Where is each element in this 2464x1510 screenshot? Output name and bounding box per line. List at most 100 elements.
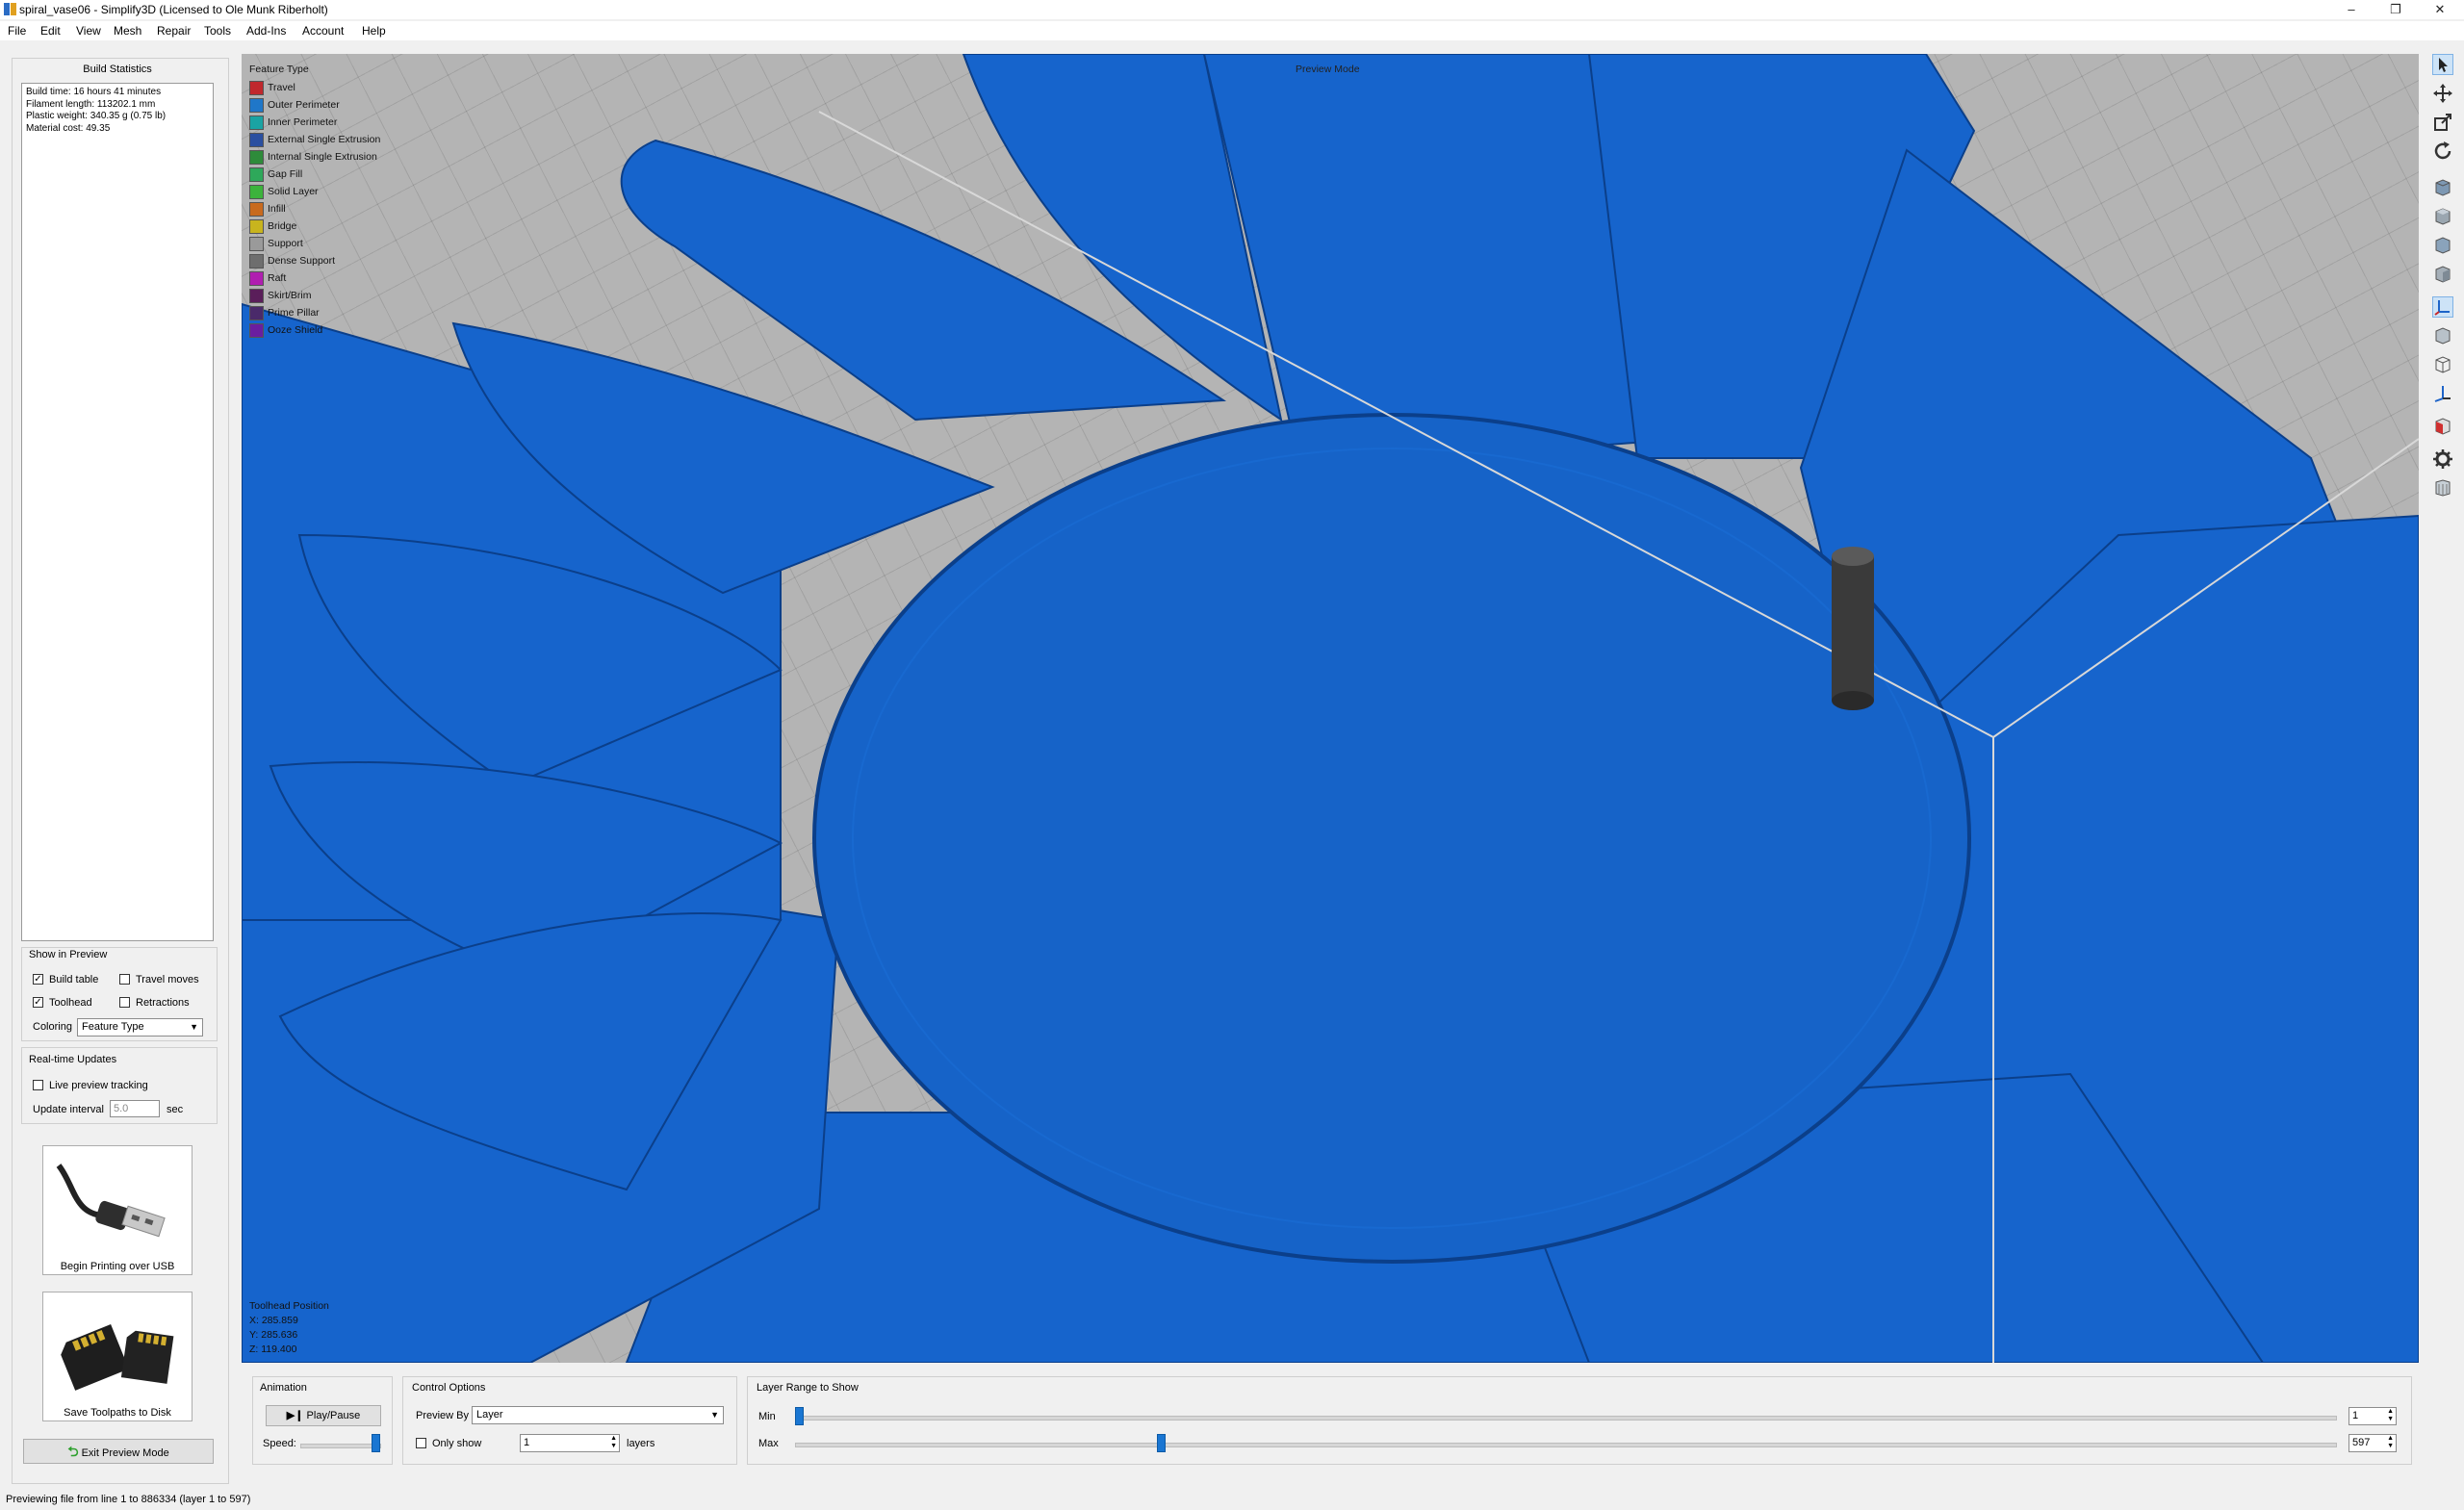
close-button[interactable]: ✕ xyxy=(2418,0,2462,19)
legend-label: Ooze Shield xyxy=(268,324,323,336)
layer-range-title: Layer Range to Show xyxy=(757,1382,859,1394)
menu-view[interactable]: View xyxy=(76,24,101,38)
view-top-icon[interactable] xyxy=(2432,206,2453,227)
begin-printing-usb-label: Begin Printing over USB xyxy=(60,1261,175,1272)
legend-label: Bridge xyxy=(268,220,297,232)
exit-preview-mode-button[interactable]: ⮌ Exit Preview Mode xyxy=(23,1439,214,1464)
menu-help[interactable]: Help xyxy=(362,24,386,38)
only-show-layers-input[interactable]: 1 ▲ ▼ xyxy=(520,1434,620,1452)
minimize-button[interactable]: – xyxy=(2329,0,2374,19)
build-table-checkbox[interactable]: ✓ xyxy=(33,974,43,985)
toolhead-checkbox[interactable]: ✓ xyxy=(33,997,43,1008)
rotate-tool-icon[interactable] xyxy=(2432,141,2453,162)
update-interval-input[interactable]: 5.0 xyxy=(110,1100,160,1117)
usb-cable-icon xyxy=(56,1164,166,1238)
menu-repair[interactable]: Repair xyxy=(157,24,191,38)
speed-slider-handle[interactable] xyxy=(372,1434,380,1452)
preview-by-select[interactable]: Layer ▼ xyxy=(472,1406,724,1424)
select-tool-icon[interactable] xyxy=(2432,54,2453,75)
legend-item: Prime Pillar xyxy=(249,304,320,321)
cross-section-icon[interactable] xyxy=(2432,416,2453,437)
feature-type-legend: Feature Type Travel Outer Perimeter Inner … xyxy=(249,64,380,339)
solid-view-icon[interactable] xyxy=(2432,325,2453,346)
only-show-checkbox[interactable] xyxy=(416,1438,426,1448)
legend-swatch xyxy=(249,237,264,251)
status-bar: Previewing file from line 1 to 886334 (l… xyxy=(0,1491,2464,1510)
measure-tool-icon[interactable] xyxy=(2432,383,2453,404)
max-layer-slider-track[interactable] xyxy=(795,1443,2337,1447)
restore-button[interactable]: ❐ xyxy=(2374,0,2418,19)
app-icon xyxy=(4,3,16,15)
spin-arrows-icon[interactable]: ▲ ▼ xyxy=(610,1435,617,1450)
travel-moves-checkbox[interactable] xyxy=(119,974,130,985)
retractions-label: Retractions xyxy=(136,997,190,1009)
play-pause-icon: ▶❙ xyxy=(286,1410,304,1421)
update-interval-value: 5.0 xyxy=(114,1103,129,1114)
legend-label: External Single Extrusion xyxy=(268,134,381,145)
stat-filament-length: Filament length: 113202.1 mm xyxy=(26,98,156,110)
control-options-title: Control Options xyxy=(412,1382,486,1394)
min-layer-input[interactable]: 1 ▲ ▼ xyxy=(2348,1407,2397,1425)
legend-item: Skirt/Brim xyxy=(249,287,312,304)
spin-arrows-icon[interactable]: ▲ ▼ xyxy=(2387,1408,2394,1423)
legend-swatch xyxy=(249,115,264,130)
preview-by-value: Layer xyxy=(476,1409,503,1420)
min-layer-slider-track[interactable] xyxy=(795,1416,2337,1420)
menu-file[interactable]: File xyxy=(8,24,26,38)
sd-card-icon xyxy=(61,1323,174,1391)
view-side-icon[interactable] xyxy=(2432,264,2453,285)
save-toolpaths-button[interactable]: Save Toolpaths to Disk xyxy=(42,1292,192,1421)
live-preview-tracking-checkbox[interactable] xyxy=(33,1080,43,1090)
legend-item: Solid Layer xyxy=(249,183,319,200)
view-iso-icon[interactable] xyxy=(2432,177,2453,198)
legend-label: Prime Pillar xyxy=(268,307,320,319)
toolhead-indicator xyxy=(1832,547,1874,710)
stat-plastic-weight: Plastic weight: 340.35 g (0.75 lb) xyxy=(26,111,167,121)
legend-item: Outer Perimeter xyxy=(249,96,340,114)
begin-printing-usb-button[interactable]: Begin Printing over USB xyxy=(42,1145,192,1275)
window-title: spiral_vase06 - Simplify3D (Licensed to … xyxy=(19,3,328,16)
axes-toggle-icon[interactable] xyxy=(2432,296,2453,318)
max-layer-slider-handle[interactable] xyxy=(1157,1434,1166,1452)
only-show-label: Only show xyxy=(432,1438,482,1449)
wireframe-view-icon[interactable] xyxy=(2432,354,2453,375)
min-layer-slider-handle[interactable] xyxy=(795,1407,804,1425)
back-arrow-icon: ⮌ xyxy=(67,1444,79,1459)
play-pause-button[interactable]: ▶❙ Play/Pause xyxy=(266,1405,381,1426)
menu-add-ins[interactable]: Add-Ins xyxy=(246,24,286,38)
move-tool-icon[interactable] xyxy=(2432,83,2453,104)
live-preview-tracking-label: Live preview tracking xyxy=(49,1080,148,1091)
spin-arrows-icon[interactable]: ▲ ▼ xyxy=(2387,1435,2394,1450)
scale-tool-icon[interactable] xyxy=(2432,112,2453,133)
layers-view-icon[interactable] xyxy=(2432,477,2453,499)
legend-swatch xyxy=(249,323,264,338)
legend-swatch xyxy=(249,254,264,269)
menu-tools[interactable]: Tools xyxy=(204,24,231,38)
legend-item: Dense Support xyxy=(249,252,335,269)
max-layer-value: 597 xyxy=(2352,1437,2371,1448)
legend-item: External Single Extrusion xyxy=(249,131,380,148)
speed-slider-track[interactable] xyxy=(300,1444,381,1448)
show-in-preview-title: Show in Preview xyxy=(29,949,108,960)
coloring-select[interactable]: Feature Type ▼ xyxy=(77,1018,203,1037)
retractions-checkbox[interactable] xyxy=(119,997,130,1008)
preview-by-label: Preview By xyxy=(416,1410,470,1421)
settings-gear-icon[interactable] xyxy=(2432,448,2453,470)
3d-viewport[interactable]: Preview Mode Feature Type Travel Outer Pe… xyxy=(242,54,2419,1363)
view-front-icon[interactable] xyxy=(2432,235,2453,256)
title-bar: spiral_vase06 - Simplify3D (Licensed to … xyxy=(0,0,2464,19)
legend-swatch xyxy=(249,167,264,182)
legend-item: Bridge xyxy=(249,218,309,235)
layer-range-group xyxy=(747,1376,2412,1465)
menu-edit[interactable]: Edit xyxy=(40,24,61,38)
coloring-label: Coloring xyxy=(33,1021,72,1033)
legend-item: Raft xyxy=(249,269,309,287)
menu-account[interactable]: Account xyxy=(302,24,344,38)
max-layer-input[interactable]: 597 ▲ ▼ xyxy=(2348,1434,2397,1452)
legend-item: Support xyxy=(249,235,309,252)
menu-mesh[interactable]: Mesh xyxy=(114,24,141,38)
legend-label: Outer Perimeter xyxy=(268,99,340,111)
update-interval-unit: sec xyxy=(167,1104,184,1115)
legend-title: Feature Type xyxy=(249,64,309,75)
legend-label: Skirt/Brim xyxy=(268,290,312,301)
